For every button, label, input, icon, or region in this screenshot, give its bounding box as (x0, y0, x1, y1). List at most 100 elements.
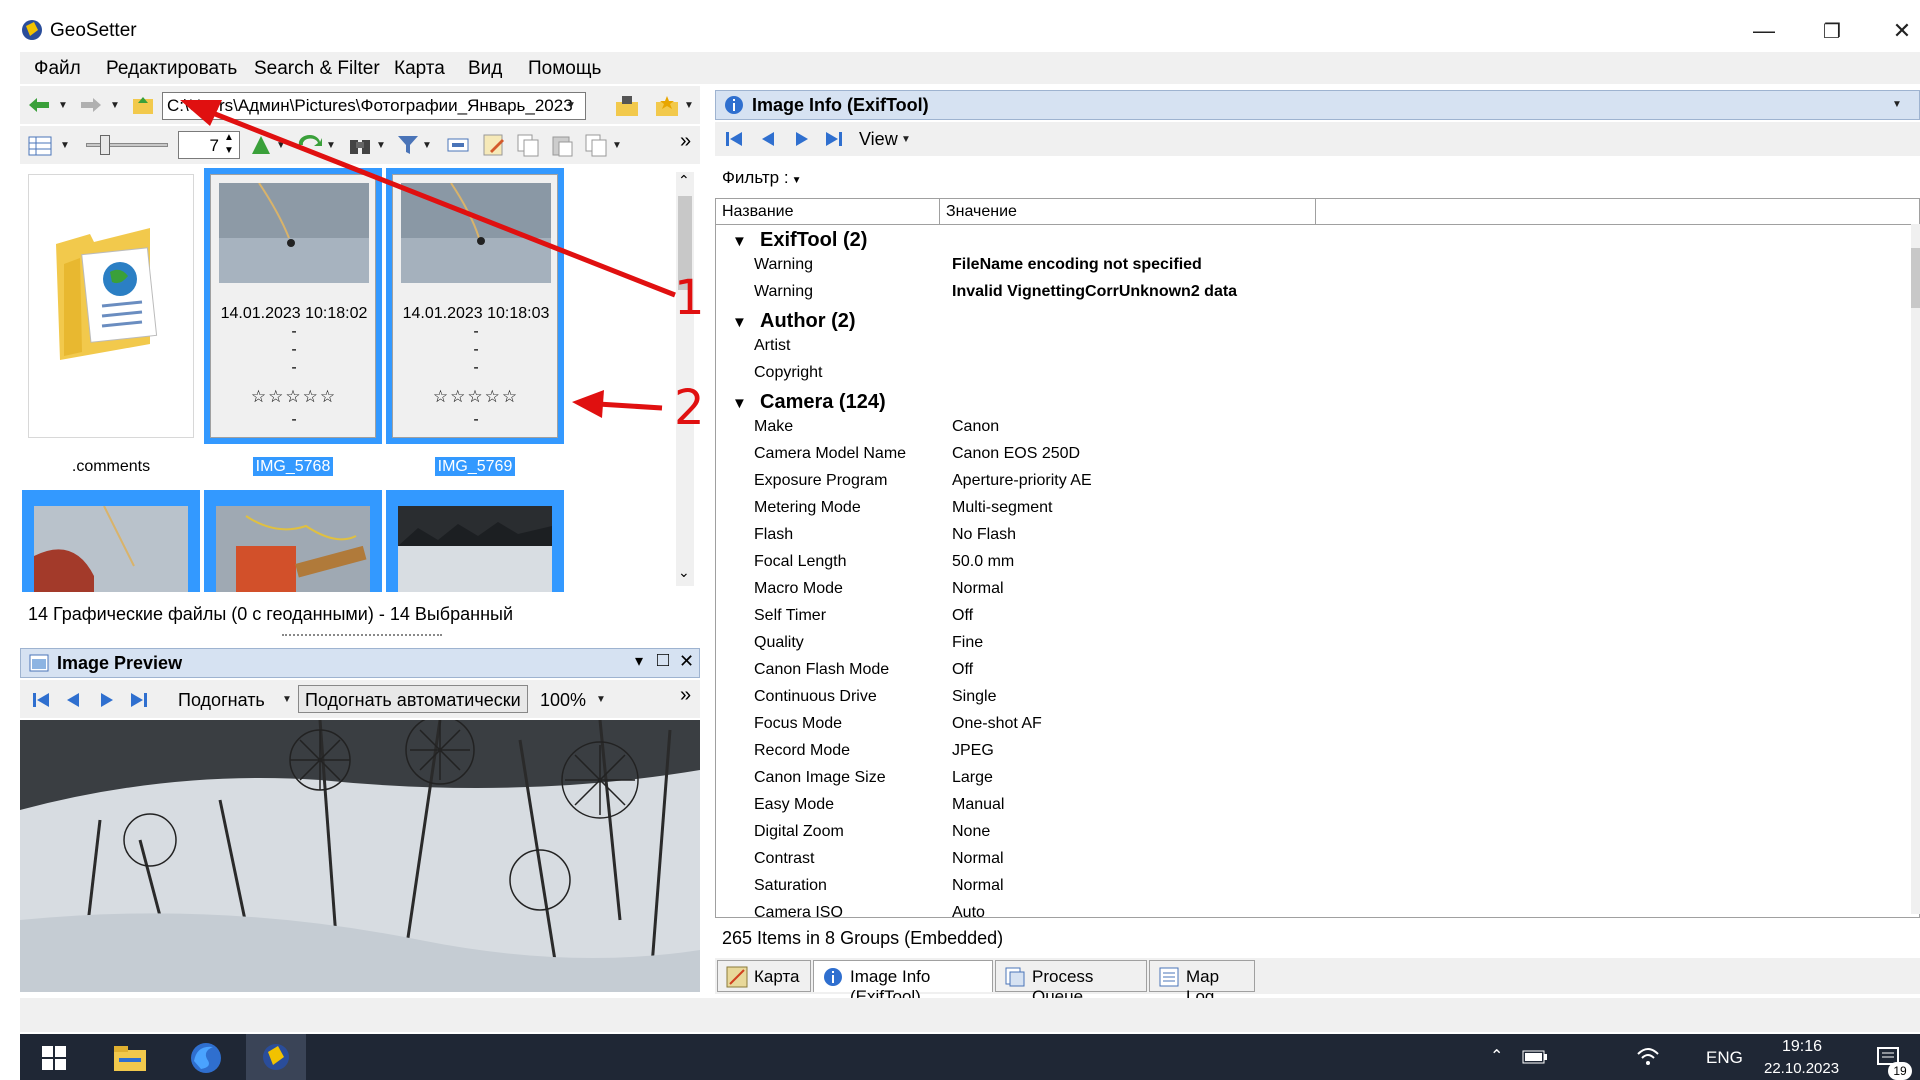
geotag-caret[interactable]: ▼ (276, 140, 286, 151)
exif-property-name[interactable]: Saturation (754, 877, 827, 895)
auto-fit-toggle[interactable]: Подогнать автоматически (298, 685, 528, 713)
exif-group-header[interactable]: ▼ ExifTool (2) (732, 229, 867, 252)
panel-menu-button[interactable]: ▾ (635, 651, 643, 671)
exif-property-name[interactable]: Warning (754, 256, 813, 274)
search-caret[interactable]: ▼ (376, 140, 386, 151)
exif-property-name[interactable]: Artist (754, 337, 790, 355)
fit-button[interactable]: Подогнать (178, 690, 265, 711)
exif-property-name[interactable]: Self Timer (754, 607, 826, 625)
last-image-icon[interactable] (825, 130, 843, 148)
filter-dropdown[interactable]: Фильтр : ▼ (722, 168, 801, 188)
menu-search-filter[interactable]: Search & Filter (254, 58, 380, 80)
thumbnail-img-5769[interactable]: 14.01.2023 10:18:03 - - - ☆☆☆☆☆ - IMG_57… (386, 168, 564, 476)
exif-property-value[interactable]: Normal (952, 850, 1004, 868)
exif-property-value[interactable]: JPEG (952, 742, 994, 760)
preview-overflow-button[interactable]: » (680, 684, 691, 707)
previous-image-icon[interactable] (761, 130, 775, 148)
collapse-triangle-icon[interactable]: ▼ (732, 314, 750, 331)
exif-group-header[interactable]: ▼ Author (2) (732, 310, 856, 333)
menu-help[interactable]: Помощь (528, 58, 601, 80)
exif-property-name[interactable]: Metering Mode (754, 499, 861, 517)
parent-folder-icon[interactable] (132, 94, 154, 116)
exif-property-name[interactable]: Exposure Program (754, 472, 887, 490)
maximize-button[interactable]: ❐ (1812, 14, 1852, 48)
exif-property-name[interactable]: Macro Mode (754, 580, 843, 598)
filter-funnel-icon[interactable] (396, 134, 420, 156)
folder-path-input[interactable]: C:\Users\Админ\Pictures\Фотографии_Январ… (162, 92, 586, 120)
exif-property-name[interactable]: Contrast (754, 850, 814, 868)
exif-property-value[interactable]: Normal (952, 877, 1004, 895)
column-header-name[interactable]: Название (716, 199, 940, 225)
clock-date[interactable]: 22.10.2023 (1764, 1060, 1839, 1077)
view-mode-icon[interactable] (28, 136, 52, 156)
exif-property-name[interactable]: Warning (754, 283, 813, 301)
exif-property-value[interactable]: One-shot AF (952, 715, 1042, 733)
geotag-tool-icon[interactable] (248, 134, 274, 156)
binoculars-icon[interactable] (348, 134, 372, 156)
path-dropdown-caret[interactable]: ▼ (566, 100, 576, 111)
exif-property-name[interactable]: Continuous Drive (754, 688, 877, 706)
paste-caret[interactable]: ▼ (612, 140, 622, 151)
scrollbar-thumb[interactable] (1911, 248, 1920, 308)
tab-map-log[interactable]: Map Log (1149, 960, 1255, 1006)
exif-property-value[interactable]: Auto (952, 904, 985, 917)
view-menu-button[interactable]: View (859, 129, 898, 150)
copy-icon[interactable] (516, 133, 540, 157)
panel-float-button[interactable]: □ (657, 649, 669, 672)
exif-property-name[interactable]: Focal Length (754, 553, 847, 571)
battery-icon[interactable] (1522, 1048, 1548, 1066)
first-image-icon[interactable] (32, 691, 50, 709)
rating-stars[interactable]: ☆☆☆☆☆ (393, 387, 559, 407)
filter-caret[interactable]: ▼ (422, 140, 432, 151)
exif-property-name[interactable]: Camera ISO (754, 904, 843, 917)
collapse-triangle-icon[interactable]: ▼ (732, 233, 750, 250)
zoom-level[interactable]: 100% (540, 690, 586, 711)
exif-property-value[interactable]: Manual (952, 796, 1004, 814)
last-image-icon[interactable] (130, 691, 148, 709)
exif-property-name[interactable]: Quality (754, 634, 804, 652)
panel-menu-caret[interactable]: ▼ (1892, 99, 1902, 110)
select-all-icon[interactable] (446, 135, 470, 155)
clock-time[interactable]: 19:16 (1782, 1038, 1822, 1056)
exif-property-name[interactable]: Canon Flash Mode (754, 661, 889, 679)
back-arrow-icon[interactable] (28, 96, 50, 114)
toolbar-overflow-button[interactable]: » (680, 130, 691, 153)
close-button[interactable]: ✕ (1882, 14, 1920, 48)
show-hidden-icons-icon[interactable]: ⌃ (1490, 1046, 1503, 1066)
collapse-triangle-icon[interactable]: ▼ (732, 395, 750, 412)
exif-property-value[interactable]: No Flash (952, 526, 1016, 544)
zoom-dropdown-caret[interactable]: ▼ (596, 694, 606, 705)
fit-dropdown-caret[interactable]: ▼ (282, 694, 292, 705)
exif-property-value[interactable]: Off (952, 661, 973, 679)
paste-icon[interactable] (550, 133, 574, 157)
thumbnail-scrollbar[interactable]: ⌃ ⌄ (676, 172, 694, 586)
exif-property-name[interactable]: Record Mode (754, 742, 850, 760)
splitter-handle[interactable] (282, 634, 442, 636)
thumbnail-folder-comments[interactable]: .comments (22, 168, 200, 475)
thumbnail-row2-1[interactable] (22, 490, 200, 592)
exif-property-name[interactable]: Camera Model Name (754, 445, 906, 463)
menu-view[interactable]: Вид (468, 58, 502, 80)
start-button[interactable] (32, 1038, 76, 1078)
tab-image-info[interactable]: Image Info (ExifTool) (813, 960, 993, 1006)
exif-property-value[interactable]: Canon EOS 250D (952, 445, 1080, 463)
scroll-up-icon[interactable]: ⌃ (678, 172, 690, 189)
view-mode-caret[interactable]: ▼ (60, 140, 70, 151)
taskbar-firefox[interactable] (184, 1038, 228, 1078)
previous-image-icon[interactable] (66, 691, 80, 709)
folder-favorites-icon[interactable] (654, 94, 680, 118)
thumbnail-img-5768[interactable]: 14.01.2023 10:18:02 - - - ☆☆☆☆☆ - IMG_57… (204, 168, 382, 476)
exif-property-name[interactable]: Easy Mode (754, 796, 834, 814)
menu-map[interactable]: Карта (394, 58, 445, 80)
exif-property-value[interactable]: None (952, 823, 990, 841)
exif-property-name[interactable]: Copyright (754, 364, 822, 382)
exif-property-name[interactable]: Focus Mode (754, 715, 842, 733)
paste-selective-icon[interactable] (584, 133, 610, 157)
taskbar-file-explorer[interactable] (108, 1038, 152, 1078)
menu-file[interactable]: Файл (34, 58, 81, 80)
language-indicator[interactable]: ENG (1706, 1048, 1743, 1068)
exif-property-name[interactable]: Canon Image Size (754, 769, 886, 787)
tab-process-queue[interactable]: Process Queue (995, 960, 1147, 1006)
panel-close-button[interactable]: ✕ (679, 651, 694, 672)
column-header-value[interactable]: Значение (940, 199, 1316, 225)
